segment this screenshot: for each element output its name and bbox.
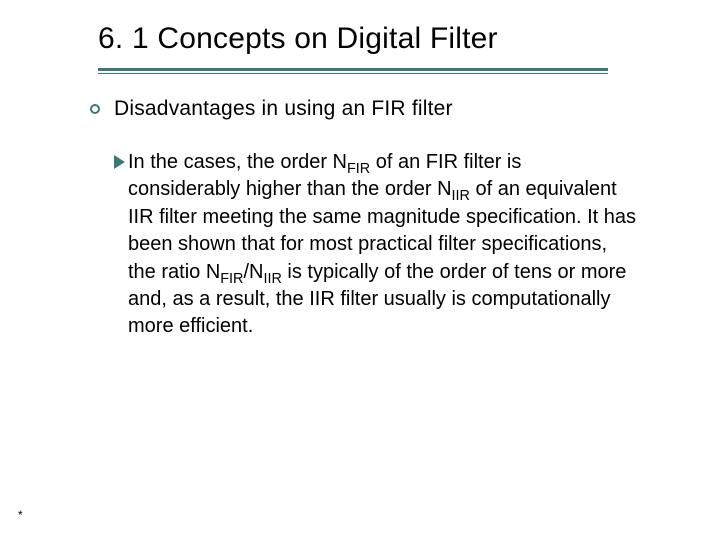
circle-bullet-icon	[90, 104, 100, 114]
slide: 6. 1 Concepts on Digital Filter Disadvan…	[0, 0, 720, 540]
subheading: Disadvantages in using an FIR filter	[114, 97, 453, 121]
footnote-marker: *	[18, 508, 23, 522]
body-sub-1: FIR	[347, 161, 370, 177]
body-seg-1: In the cases, the order N	[128, 151, 347, 173]
slide-title: 6. 1 Concepts on Digital Filter	[98, 22, 608, 56]
title-block: 6. 1 Concepts on Digital Filter	[98, 22, 608, 71]
body-sub-2: IIR	[452, 188, 470, 204]
arrow-bullet-icon	[114, 155, 125, 169]
body-sub-3: FIR	[220, 271, 243, 287]
body-paragraph: In the cases, the order NFIR of an FIR f…	[128, 149, 638, 341]
body-seg-4: /N	[243, 261, 263, 283]
title-underline	[98, 68, 608, 71]
body-sub-4: IIR	[263, 271, 281, 287]
